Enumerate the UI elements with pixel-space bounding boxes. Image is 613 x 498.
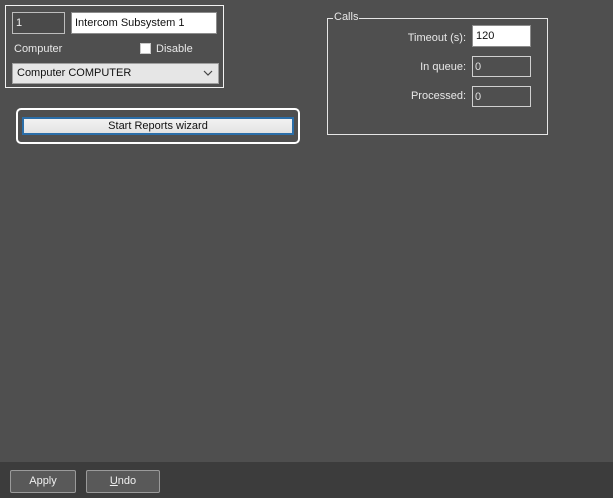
computer-select-value: Computer COMPUTER: [17, 67, 132, 79]
reports-wizard-focus-frame: Start Reports wizard: [16, 108, 300, 144]
undo-button[interactable]: Undo: [86, 470, 160, 493]
footer-bar: Apply Undo: [0, 462, 613, 498]
disable-checkbox[interactable]: [140, 43, 151, 54]
disable-label[interactable]: Disable: [156, 43, 193, 55]
start-reports-wizard-button[interactable]: Start Reports wizard: [22, 117, 294, 135]
start-reports-wizard-label: Start Reports wizard: [108, 120, 208, 132]
apply-button[interactable]: Apply: [10, 470, 76, 493]
computer-label: Computer: [14, 43, 63, 55]
calls-group: Calls Timeout (s): In queue: Processed:: [327, 11, 548, 135]
object-id-field[interactable]: [12, 12, 65, 34]
undo-button-mnemonic: U: [109, 475, 118, 487]
in-queue-label: In queue:: [420, 61, 466, 73]
in-queue-field: [472, 56, 531, 77]
computer-select[interactable]: Computer COMPUTER: [12, 63, 219, 84]
settings-window: Computer Disable Computer COMPUTER Start…: [0, 0, 613, 498]
apply-button-label: Apply: [29, 475, 57, 487]
timeout-label: Timeout (s):: [407, 32, 466, 44]
timeout-input[interactable]: [472, 25, 531, 47]
object-name-field[interactable]: [71, 12, 217, 34]
processed-label: Processed:: [410, 90, 466, 102]
calls-group-title: Calls: [333, 11, 360, 23]
chevron-down-icon: [203, 70, 213, 76]
processed-field: [472, 86, 531, 107]
object-settings-panel: Computer Disable Computer COMPUTER: [5, 5, 224, 88]
undo-button-label: ndo: [117, 475, 137, 487]
